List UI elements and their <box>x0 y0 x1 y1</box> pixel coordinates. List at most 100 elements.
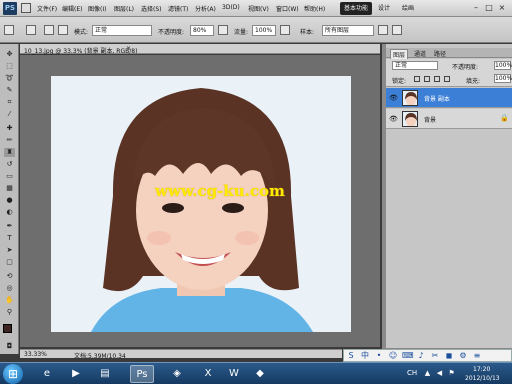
flow-input[interactable]: 100% <box>252 25 276 36</box>
tray-language-icon[interactable]: CH <box>407 369 417 378</box>
taskbar-app-icon[interactable]: ◈ <box>165 365 189 383</box>
bridge-icon[interactable] <box>21 3 31 13</box>
ime-menu-icon[interactable]: ≡ <box>472 351 482 361</box>
clone-stamp-tool-icon[interactable]: ♜ <box>4 148 15 157</box>
eye-icon[interactable]: 👁 <box>389 94 398 102</box>
brush-tool-icon[interactable]: ✏ <box>4 136 15 145</box>
sample-select[interactable]: 所有图层 <box>322 25 374 36</box>
menu-help[interactable]: 帮助(H) <box>304 4 325 13</box>
opacity-input[interactable]: 80% <box>190 25 214 36</box>
tray-time[interactable]: 17:20 <box>473 366 490 373</box>
menu-filter[interactable]: 滤镜(T) <box>168 4 188 13</box>
menu-file[interactable]: 文件(F) <box>37 4 57 13</box>
dodge-tool-icon[interactable]: ◐ <box>4 208 15 217</box>
taskbar-word-icon[interactable]: W <box>222 365 246 383</box>
tab-layers[interactable]: 图层 <box>390 49 409 59</box>
healing-brush-tool-icon[interactable]: ✚ <box>4 124 15 133</box>
maximize-button[interactable]: □ <box>483 2 495 14</box>
zoom-tool-icon[interactable]: ⚲ <box>4 308 15 317</box>
start-button[interactable]: ⊞ <box>3 364 23 384</box>
lock-transparency-icon[interactable] <box>414 76 420 82</box>
fill-input[interactable]: 100% <box>494 74 512 83</box>
menu-select[interactable]: 选择(S) <box>141 4 162 13</box>
type-tool-icon[interactable]: T <box>4 234 15 243</box>
ime-logo-icon[interactable]: S <box>346 351 356 361</box>
airbrush-icon[interactable] <box>280 25 290 35</box>
history-brush-tool-icon[interactable]: ↺ <box>4 160 15 169</box>
lock-pixels-icon[interactable] <box>424 76 430 82</box>
canvas-area[interactable]: www.cg-ku.com <box>20 55 380 347</box>
ime-voice-icon[interactable]: ♪ <box>416 351 426 361</box>
hand-tool-icon[interactable]: ✋ <box>4 296 15 305</box>
status-zoom[interactable]: 33.33% <box>24 351 47 358</box>
taskbar-ie-icon[interactable]: e <box>35 365 59 383</box>
ime-settings-icon[interactable]: ⚙ <box>458 351 468 361</box>
menu-image[interactable]: 图像(I) <box>88 4 106 13</box>
mode-select[interactable]: 正常 <box>92 25 152 36</box>
menu-3d[interactable]: 3D(D) <box>222 4 240 11</box>
tray-network-icon[interactable]: ▲ <box>423 369 432 378</box>
taskbar-excel-icon[interactable]: X <box>196 365 220 383</box>
ime-skin-icon[interactable]: ◼ <box>444 351 454 361</box>
pressure-opacity-icon[interactable] <box>218 25 228 35</box>
tray-flag-icon[interactable]: ⚑ <box>447 369 456 378</box>
layer-row[interactable]: 👁 背景 🔒 <box>386 109 512 129</box>
tab-channels[interactable]: 通道 <box>412 49 428 58</box>
menu-layer[interactable]: 图层(L) <box>114 4 134 13</box>
layer-opacity-input[interactable]: 100% <box>494 61 512 70</box>
taskbar-other-icon[interactable]: ◆ <box>248 365 272 383</box>
quick-mask-icon[interactable]: ◘ <box>4 342 15 351</box>
layers-panel: 图层 通道 路径 正常 不透明度: 100% 锁定: 填充: 100% 👁 背景… <box>382 44 512 358</box>
workspace-painting-button[interactable]: 绘画 <box>398 2 418 15</box>
path-select-tool-icon[interactable]: ➤ <box>4 246 15 255</box>
menu-view[interactable]: 视图(V) <box>248 4 269 13</box>
workspace-essentials-button[interactable]: 基本功能 <box>340 2 373 15</box>
clone-source-icon[interactable] <box>58 25 68 35</box>
close-window-button[interactable]: × <box>496 2 508 14</box>
menu-edit[interactable]: 编辑(E) <box>62 4 82 13</box>
lasso-tool-icon[interactable]: ➰ <box>4 74 15 83</box>
eraser-tool-icon[interactable]: ▭ <box>4 172 15 181</box>
taskbar-media-icon[interactable]: ▶ <box>64 365 88 383</box>
photoshop-logo: PS <box>3 2 17 15</box>
tray-volume-icon[interactable]: ◀ <box>435 369 444 378</box>
blur-tool-icon[interactable]: ● <box>4 196 15 205</box>
ime-emoji-icon[interactable]: ☺ <box>388 351 398 361</box>
quick-select-tool-icon[interactable]: ✎ <box>4 86 15 95</box>
marquee-tool-icon[interactable]: ⬚ <box>4 62 15 71</box>
pressure-size-icon[interactable] <box>392 25 402 35</box>
workspace-design-button[interactable]: 设计 <box>374 2 394 15</box>
document-close-icon[interactable]: × <box>126 45 131 52</box>
minimize-button[interactable]: – <box>470 2 482 14</box>
3d-rotate-tool-icon[interactable]: ⟲ <box>4 272 15 281</box>
move-tool-icon[interactable]: ✥ <box>4 50 15 59</box>
clone-stamp-preset-icon[interactable] <box>4 25 14 35</box>
brush-size-icon[interactable] <box>26 25 36 35</box>
lock-all-icon[interactable] <box>444 76 450 82</box>
shape-tool-icon[interactable]: ▢ <box>4 258 15 267</box>
lock-position-icon[interactable] <box>434 76 440 82</box>
ime-keyboard-icon[interactable]: ⌨ <box>402 351 414 361</box>
taskbar-photoshop-icon[interactable]: Ps <box>130 365 154 383</box>
menu-analysis[interactable]: 分析(A) <box>195 4 216 13</box>
menu-window[interactable]: 窗口(W) <box>276 4 299 13</box>
document-tab[interactable]: 10_13.jpg @ 33.3% (背景 副本, RGB/8) × <box>20 44 380 55</box>
pen-tool-icon[interactable]: ✒ <box>4 222 15 231</box>
ime-tools-icon[interactable]: ✂ <box>430 351 440 361</box>
ime-punctuation-icon[interactable]: • <box>374 351 384 361</box>
crop-tool-icon[interactable]: ⌗ <box>4 98 15 107</box>
tab-paths[interactable]: 路径 <box>432 49 448 58</box>
brush-panel-icon[interactable] <box>44 25 54 35</box>
blend-mode-select[interactable]: 正常 <box>392 61 438 70</box>
gradient-tool-icon[interactable]: ▦ <box>4 184 15 193</box>
ime-language-icon[interactable]: 中 <box>360 351 370 361</box>
ignore-adjustment-icon[interactable] <box>378 25 388 35</box>
3d-camera-tool-icon[interactable]: ◎ <box>4 284 15 293</box>
taskbar-explorer-icon[interactable]: ▤ <box>93 365 117 383</box>
eye-icon[interactable]: 👁 <box>389 115 398 123</box>
tray-date[interactable]: 2012/10/13 <box>465 375 500 382</box>
foreground-color-swatch[interactable] <box>3 324 12 333</box>
eyedropper-tool-icon[interactable]: ⁄ <box>4 110 15 119</box>
menu-bar: PS 文件(F) 编辑(E) 图像(I) 图层(L) 选择(S) 滤镜(T) 分… <box>0 0 512 17</box>
layer-row[interactable]: 👁 背景 副本 <box>386 88 512 108</box>
